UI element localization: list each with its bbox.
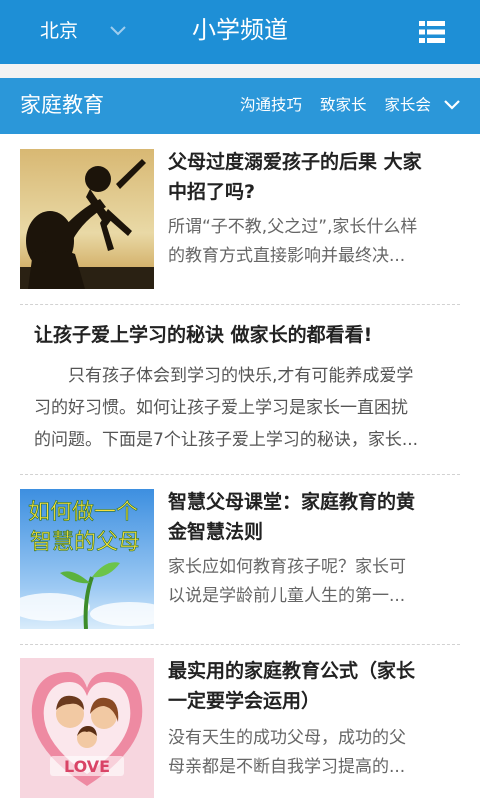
- category-link-parent-meeting[interactable]: 家长会: [384, 96, 431, 114]
- category-links: 沟通技巧 致家长 家长会: [240, 94, 431, 116]
- image-caption: LOVE: [64, 757, 110, 776]
- article-description: 只有孩子体会到学习的快乐,才有可能养成爱学 习的好习惯。如何让孩子爱上学习是家长…: [34, 366, 419, 450]
- image-caption: 智慧的父母: [30, 530, 140, 555]
- article-item[interactable]: 如何做一个 智慧的父母 智慧父母课堂：家庭教育的黄 金智慧法则 家长应如何教育孩…: [20, 489, 460, 645]
- chevron-down-icon[interactable]: [443, 98, 461, 112]
- article-thumbnail: 如何做一个 智慧的父母: [20, 489, 154, 629]
- article-title[interactable]: 父母过度溺爱孩子的后果 大家 中招了吗?: [168, 147, 458, 207]
- article-item[interactable]: 父母过度溺爱孩子的后果 大家 中招了吗? 所谓“子不教,父之过”,家长什么样 的…: [20, 149, 460, 305]
- article-title[interactable]: 最实用的家庭教育公式（家长 一定要学会运用）: [168, 656, 458, 716]
- section-header: 家庭教育 沟通技巧 致家长 家长会: [0, 78, 480, 134]
- article-item[interactable]: 让孩子爱上学习的秘诀 做家长的都看看! 只有孩子体会到学习的快乐,才有可能养成爱…: [20, 320, 460, 475]
- list-menu-icon[interactable]: [419, 20, 445, 44]
- category-link-to-parents[interactable]: 致家长: [320, 96, 367, 114]
- image-caption: 如何做一个: [28, 500, 138, 525]
- category-link-communication[interactable]: 沟通技巧: [240, 96, 302, 114]
- article-thumbnail: LOVE: [20, 658, 154, 798]
- section-title: 家庭教育: [20, 93, 104, 117]
- header-spacer: [0, 64, 480, 78]
- article-item[interactable]: LOVE 最实用的家庭教育公式（家长 一定要学会运用） 没有天生的成功父母，成功…: [20, 658, 460, 808]
- article-description: 所谓“子不教,父之过”,家长什么样 的教育方式直接影响并最终决...: [168, 217, 418, 266]
- article-description: 家长应如何教育孩子呢？家长可 以说是学龄前儿童人生的第一...: [168, 557, 406, 606]
- article-title[interactable]: 智慧父母课堂：家庭教育的黄 金智慧法则: [168, 487, 458, 547]
- app-title: 小学频道: [192, 16, 288, 44]
- article-title[interactable]: 让孩子爱上学习的秘诀 做家长的都看看!: [34, 320, 372, 350]
- app-header: 北京 小学频道: [0, 0, 480, 64]
- article-description: 没有天生的成功父母，成功的父 母亲都是不断自我学习提高的...: [168, 728, 406, 777]
- article-thumbnail: [20, 149, 154, 289]
